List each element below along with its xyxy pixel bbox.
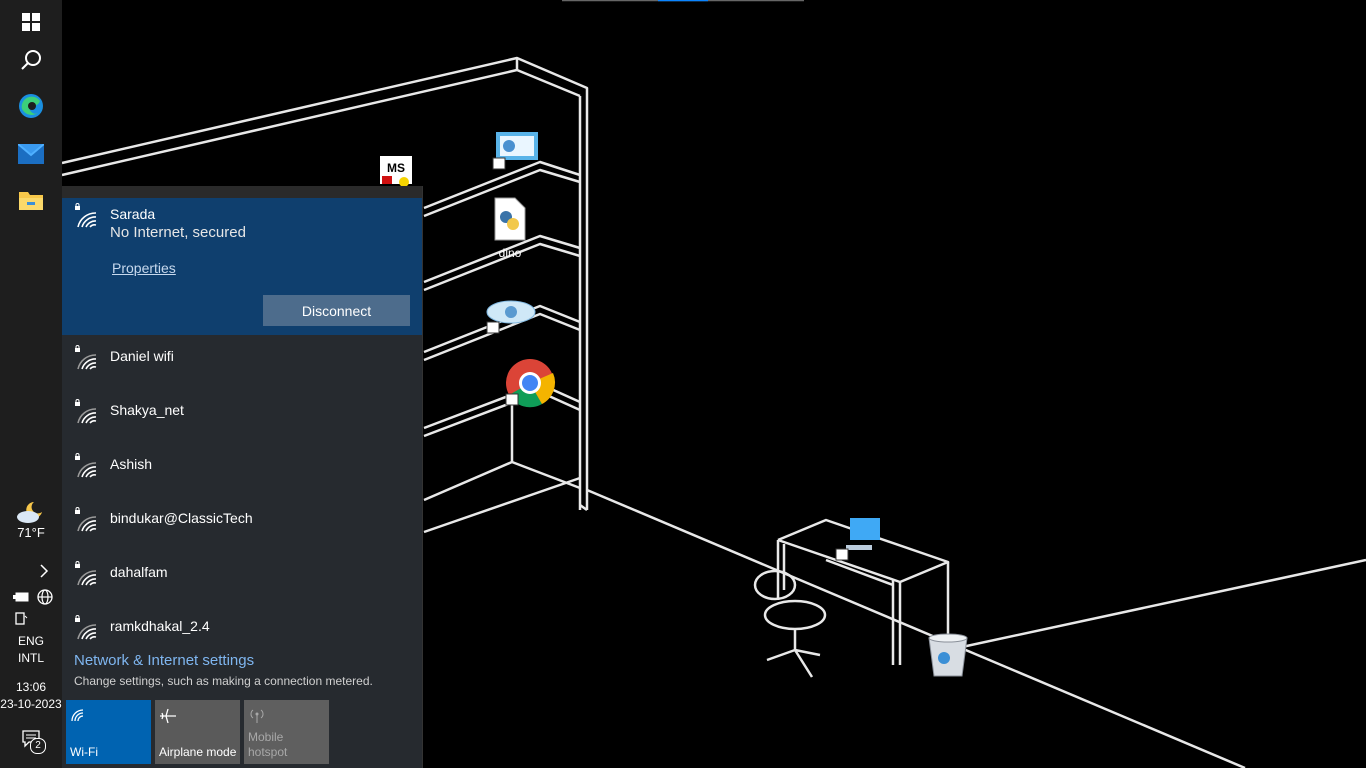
network-list-item[interactable]: ramkdhakal_2.4 bbox=[62, 605, 422, 659]
mail-button[interactable] bbox=[0, 132, 62, 176]
network-name: dahalfam bbox=[110, 564, 168, 580]
notification-count-badge: 2 bbox=[30, 738, 46, 754]
search-icon bbox=[21, 50, 41, 70]
edge-button[interactable] bbox=[0, 84, 62, 128]
wifi-secured-icon bbox=[75, 507, 97, 532]
network-list-item[interactable]: dahalfam bbox=[62, 551, 422, 605]
network-tray-icon[interactable] bbox=[36, 588, 54, 611]
network-list-item[interactable]: Daniel wifi bbox=[62, 335, 422, 389]
network-list-item[interactable]: Shakya_net bbox=[62, 389, 422, 443]
network-name: ramkdhakal_2.4 bbox=[110, 618, 210, 634]
desktop-icon-label: dino bbox=[498, 246, 522, 260]
wifi-tile-label: Wi-Fi bbox=[70, 745, 98, 759]
wifi-secured-icon bbox=[75, 203, 97, 228]
wifi-tile[interactable]: Wi-Fi bbox=[66, 700, 151, 764]
mobile-hotspot-tile[interactable]: Mobile hotspot bbox=[244, 700, 329, 764]
language-line1: ENG bbox=[17, 634, 44, 648]
network-flyout: Sarada No Internet, secured Properties D… bbox=[62, 186, 423, 768]
chrome-shortcut[interactable] bbox=[505, 359, 556, 408]
hotspot-label-line2: hotspot bbox=[248, 745, 288, 759]
show-hidden-icons-chevron[interactable] bbox=[38, 564, 50, 583]
eye-app-shortcut[interactable] bbox=[486, 300, 536, 334]
action-center-button[interactable]: 2 bbox=[20, 728, 48, 754]
chevron-right-icon bbox=[40, 564, 49, 578]
battery-icon bbox=[13, 592, 29, 602]
clock-time: 13:06 bbox=[15, 680, 47, 694]
wifi-secured-icon bbox=[75, 561, 97, 586]
language-line2: INTL bbox=[17, 651, 44, 665]
globe-icon bbox=[37, 589, 53, 605]
search-button[interactable] bbox=[0, 38, 62, 82]
hotspot-icon bbox=[250, 709, 264, 723]
volume-tray-icon[interactable] bbox=[14, 612, 28, 631]
airplane-mode-tile[interactable]: Airplane mode bbox=[155, 700, 240, 764]
wifi-secured-icon bbox=[75, 615, 97, 640]
airplane-mode-label: Airplane mode bbox=[159, 745, 237, 759]
disconnect-button[interactable]: Disconnect bbox=[263, 295, 410, 326]
flyout-top-strip bbox=[62, 186, 422, 198]
clock[interactable]: 13:06 23-10-2023 bbox=[0, 678, 62, 714]
partly-cloudy-night-icon bbox=[17, 502, 42, 523]
ms-app-shortcut[interactable]: MS bbox=[380, 156, 412, 187]
wifi-secured-icon bbox=[75, 453, 97, 478]
network-name: Daniel wifi bbox=[110, 348, 174, 364]
python-file-icon[interactable] bbox=[494, 197, 526, 241]
network-name: Shakya_net bbox=[110, 402, 184, 418]
taskbar: 71°F ENG INTL 13:06 23-10-2023 2 bbox=[0, 0, 62, 768]
wifi-icon bbox=[71, 709, 84, 722]
network-list-item[interactable]: bindukar@ClassicTech bbox=[62, 497, 422, 551]
battery-tray-icon[interactable] bbox=[13, 590, 29, 608]
connected-network[interactable]: Sarada No Internet, secured Properties D… bbox=[62, 198, 422, 335]
control-panel-shortcut[interactable] bbox=[492, 132, 538, 170]
hotspot-label-line1: Mobile bbox=[248, 730, 284, 744]
windows-logo-icon bbox=[22, 13, 40, 31]
weather-temp: 71°F bbox=[17, 525, 45, 540]
device-icon bbox=[15, 612, 28, 625]
language-indicator[interactable]: ENG INTL bbox=[0, 632, 62, 668]
edge-icon bbox=[19, 94, 43, 118]
wifi-secured-icon bbox=[75, 399, 97, 424]
airplane-icon bbox=[160, 708, 176, 724]
file-explorer-button[interactable] bbox=[0, 178, 62, 222]
network-name: Ashish bbox=[110, 456, 153, 472]
connected-network-name: Sarada bbox=[110, 206, 156, 222]
network-settings-description: Change settings, such as making a connec… bbox=[74, 674, 373, 688]
wifi-secured-icon bbox=[75, 345, 97, 370]
network-list-item[interactable]: Ashish bbox=[62, 443, 422, 497]
weather-widget[interactable]: 71°F bbox=[0, 498, 62, 542]
network-name: bindukar@ClassicTech bbox=[110, 510, 253, 526]
properties-link[interactable]: Properties bbox=[112, 260, 176, 276]
svg-text:MS: MS bbox=[387, 161, 405, 175]
network-settings-link[interactable]: Network & Internet settings bbox=[74, 652, 254, 669]
mail-icon bbox=[18, 144, 44, 164]
recycle-bin-icon[interactable] bbox=[928, 633, 968, 677]
folder-icon bbox=[19, 192, 43, 210]
clock-date: 23-10-2023 bbox=[0, 697, 62, 711]
connected-network-status: No Internet, secured bbox=[110, 224, 246, 241]
this-pc-shortcut[interactable] bbox=[835, 518, 880, 561]
